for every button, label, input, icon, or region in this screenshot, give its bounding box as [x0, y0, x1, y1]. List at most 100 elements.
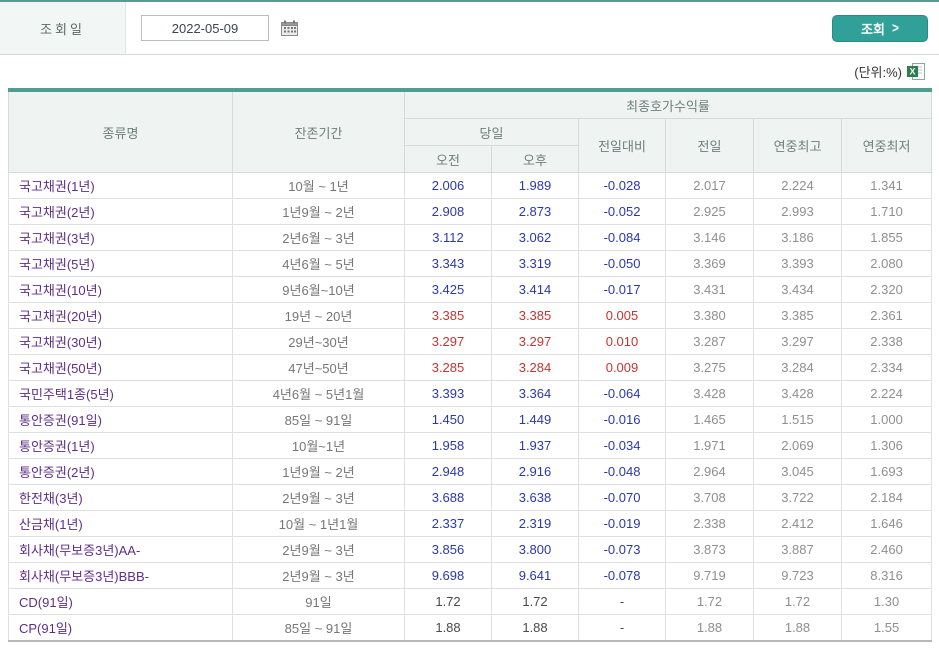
- cell-am: 1.72: [404, 588, 492, 615]
- cell-name: 국고채권(20년): [8, 302, 233, 329]
- cell-change: -0.070: [578, 484, 666, 511]
- cell-change: -0.078: [578, 562, 666, 589]
- cell-name: 국고채권(1년): [8, 172, 233, 199]
- table-row: 국고채권(10년) 9년6월~10년 3.425 3.414 -0.017 3.431 3.…: [8, 276, 933, 303]
- calendar-button[interactable]: [281, 20, 298, 36]
- table-row: 회사채(무보증3년)BBB- 2년9월 ~ 3년 9.698 9.641 -0.078 9…: [8, 562, 933, 589]
- cell-am: 3.297: [404, 328, 492, 355]
- cell-high: 1.72: [753, 588, 842, 615]
- header-period: 잔존기간: [232, 89, 405, 173]
- cell-am: 2.908: [404, 198, 492, 225]
- cell-low: 8.316: [840, 562, 933, 589]
- cell-pm: 3.284: [491, 354, 579, 381]
- cell-prev: 3.287: [665, 328, 754, 355]
- cell-prev: 3.146: [665, 224, 754, 251]
- cell-low: 1.646: [840, 510, 933, 537]
- cell-low: 1.306: [840, 432, 933, 459]
- cell-pm: 9.641: [491, 562, 579, 589]
- cell-high: 9.723: [753, 562, 842, 589]
- cell-low: 2.460: [840, 536, 933, 563]
- table-row: 국민주택1종(5년) 4년6월 ~ 5년1월 3.393 3.364 -0.064 3.4…: [8, 380, 933, 407]
- cell-pm: 3.638: [491, 484, 579, 511]
- cell-change: 0.009: [578, 354, 666, 381]
- cell-low: 2.338: [840, 328, 933, 355]
- cell-am: 2.337: [404, 510, 492, 537]
- cell-high: 3.045: [753, 458, 842, 485]
- cell-am: 1.958: [404, 432, 492, 459]
- cell-prev: 3.275: [665, 354, 754, 381]
- cell-period: 19년 ~ 20년: [232, 302, 405, 329]
- cell-name: CD(91일): [8, 588, 233, 615]
- cell-pm: 3.062: [491, 224, 579, 251]
- table-row: 국고채권(30년) 29년~30년 3.297 3.297 0.010 3.287 3.29…: [8, 328, 933, 355]
- cell-low: 2.361: [840, 302, 933, 329]
- cell-period: 4년6월 ~ 5년1월: [232, 380, 405, 407]
- excel-icon: X: [907, 63, 925, 83]
- cell-high: 2.224: [753, 172, 842, 199]
- cell-low: 2.334: [840, 354, 933, 381]
- cell-period: 2년9월 ~ 3년: [232, 536, 405, 563]
- cell-period: 91일: [232, 588, 405, 615]
- cell-pm: 3.364: [491, 380, 579, 407]
- date-label: 조회일: [0, 2, 126, 54]
- cell-name: 국고채권(3년): [8, 224, 233, 251]
- table-row: 회사채(무보증3년)AA- 2년9월 ~ 3년 3.856 3.800 -0.073 3.…: [8, 536, 933, 563]
- cell-low: 1.341: [840, 172, 933, 199]
- cell-low: 1.30: [840, 588, 933, 615]
- cell-high: 3.393: [753, 250, 842, 277]
- cell-low: 1.000: [840, 406, 933, 433]
- cell-period: 10월 ~ 1년: [232, 172, 405, 199]
- cell-prev: 1.465: [665, 406, 754, 433]
- header-am: 오전: [404, 145, 492, 173]
- header-name: 종류명: [8, 89, 233, 173]
- cell-prev: 3.873: [665, 536, 754, 563]
- cell-am: 3.425: [404, 276, 492, 303]
- cell-high: 3.186: [753, 224, 842, 251]
- cell-pm: 2.319: [491, 510, 579, 537]
- cell-period: 2년9월 ~ 3년: [232, 484, 405, 511]
- unit-note: (단위:%): [854, 65, 902, 80]
- table-row: 통안증권(2년) 1년9월 ~ 2년 2.948 2.916 -0.048 2.964 3.…: [8, 458, 933, 485]
- cell-period: 4년6월 ~ 5년: [232, 250, 405, 277]
- cell-period: 1년9월 ~ 2년: [232, 458, 405, 485]
- table-row: 국고채권(50년) 47년~50년 3.285 3.284 0.009 3.275 3.28…: [8, 354, 933, 381]
- cell-name: 통안증권(2년): [8, 458, 233, 485]
- date-input[interactable]: [141, 15, 269, 41]
- cell-prev: 3.380: [665, 302, 754, 329]
- cell-change: -0.019: [578, 510, 666, 537]
- cell-am: 3.385: [404, 302, 492, 329]
- cell-change: -0.016: [578, 406, 666, 433]
- calendar-icon: [281, 20, 298, 39]
- cell-period: 10월 ~ 1년1월: [232, 510, 405, 537]
- cell-name: 국고채권(50년): [8, 354, 233, 381]
- cell-high: 3.887: [753, 536, 842, 563]
- cell-change: -0.052: [578, 198, 666, 225]
- header-change: 전일대비: [578, 118, 666, 173]
- table-row: 산금채(1년) 10월 ~ 1년1월 2.337 2.319 -0.019 2.338 2.…: [8, 510, 933, 537]
- cell-period: 10월~1년: [232, 432, 405, 459]
- cell-am: 3.285: [404, 354, 492, 381]
- cell-high: 1.515: [753, 406, 842, 433]
- cell-prev: 2.925: [665, 198, 754, 225]
- excel-download-button[interactable]: X: [907, 63, 925, 80]
- table-row: 국고채권(2년) 1년9월 ~ 2년 2.908 2.873 -0.052 2.925 2.…: [8, 198, 933, 225]
- cell-prev: 1.72: [665, 588, 754, 615]
- table-row: CP(91일) 85일 ~ 91일 1.88 1.88-1.88 1.88 1.55: [8, 614, 933, 642]
- cell-high: 3.284: [753, 354, 842, 381]
- table-row: CD(91일) 91일 1.72 1.72-1.72 1.72 1.30: [8, 588, 933, 615]
- header-pm: 오후: [491, 145, 579, 173]
- cell-am: 3.688: [404, 484, 492, 511]
- header-year-low: 연중최저: [840, 118, 933, 173]
- table-row: 국고채권(20년) 19년 ~ 20년 3.385 3.385 0.005 3.380 3.…: [8, 302, 933, 329]
- cell-prev: 3.428: [665, 380, 754, 407]
- cell-high: 3.297: [753, 328, 842, 355]
- search-button[interactable]: 조회 >: [832, 14, 928, 42]
- table-row: 한전채(3년) 2년9월 ~ 3년 3.688 3.638 -0.070 3.708 3.7…: [8, 484, 933, 511]
- cell-change: -: [578, 588, 666, 615]
- header-prev: 전일: [665, 118, 754, 173]
- cell-period: 1년9월 ~ 2년: [232, 198, 405, 225]
- cell-name: 국고채권(2년): [8, 198, 233, 225]
- cell-name: 회사채(무보증3년)BBB-: [8, 562, 233, 589]
- cell-pm: 1.72: [491, 588, 579, 615]
- cell-prev: 9.719: [665, 562, 754, 589]
